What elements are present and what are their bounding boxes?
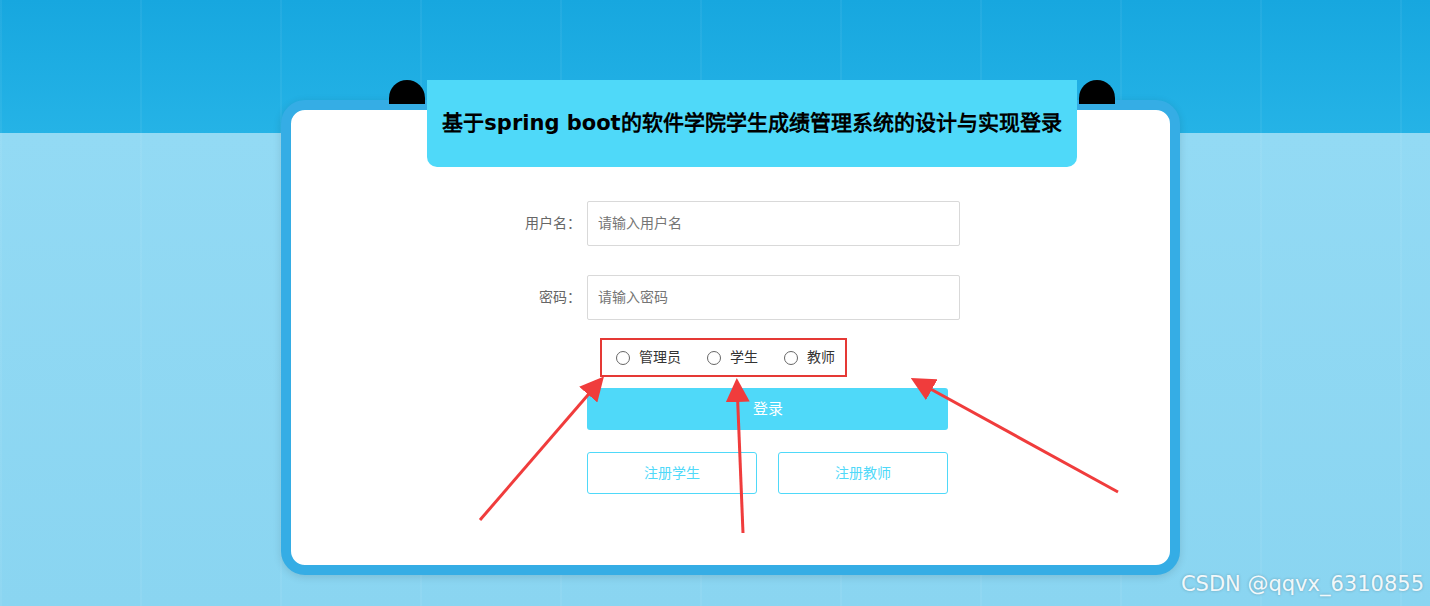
register-button[interactable]: 注册教师	[778, 452, 948, 494]
role-label: 教师	[807, 347, 835, 368]
role-option[interactable]: 管理员	[616, 347, 681, 368]
role-radio[interactable]	[707, 351, 721, 365]
field-label: 用户名：	[497, 213, 581, 234]
role-radio-group: 管理员 学生 教师	[600, 338, 847, 377]
login-button[interactable]: 登录	[587, 388, 948, 430]
right-clip-icon	[1079, 80, 1115, 104]
title-banner: 基于spring boot的软件学院学生成绩管理系统的设计与实现登录	[427, 80, 1077, 167]
form-row: 密码：	[497, 275, 1170, 320]
role-label: 学生	[730, 347, 758, 368]
form-actions: 管理员 学生 教师登录注册学生注册教师	[587, 320, 1170, 494]
role-radio[interactable]	[616, 351, 630, 365]
register-buttons: 注册学生注册教师	[587, 452, 1170, 494]
role-radio[interactable]	[784, 351, 798, 365]
register-button[interactable]: 注册学生	[587, 452, 757, 494]
role-label: 管理员	[639, 347, 681, 368]
login-form: 用户名： 密码： 管理员 学生 教师登录注册学生注册教师	[497, 201, 1170, 494]
left-clip-icon	[389, 80, 425, 104]
form-row: 用户名：	[497, 201, 1170, 246]
page-title: 基于spring boot的软件学院学生成绩管理系统的设计与实现登录	[442, 111, 1061, 136]
login-page: 基于spring boot的软件学院学生成绩管理系统的设计与实现登录 用户名： 密…	[0, 0, 1430, 606]
username-input[interactable]	[587, 201, 960, 246]
password-input[interactable]	[587, 275, 960, 320]
field-label: 密码：	[497, 287, 581, 308]
role-option[interactable]: 学生	[707, 347, 758, 368]
annotation-arrows-icon	[0, 0, 1430, 606]
watermark: CSDN @qqvx_6310855	[1181, 569, 1424, 601]
role-option[interactable]: 教师	[784, 347, 835, 368]
login-panel: 基于spring boot的软件学院学生成绩管理系统的设计与实现登录 用户名： 密…	[281, 100, 1180, 575]
